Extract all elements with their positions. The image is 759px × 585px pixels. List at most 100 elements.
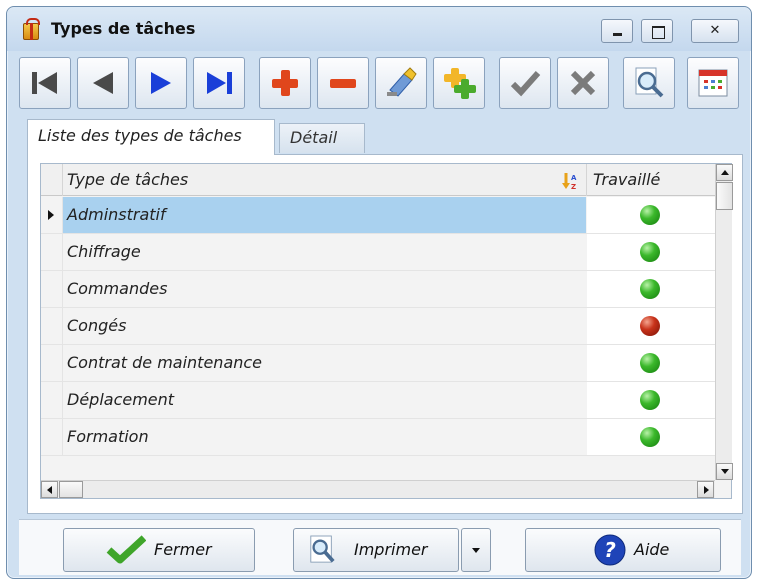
imprimer-label: Imprimer <box>354 540 428 559</box>
fermer-label: Fermer <box>154 540 212 559</box>
vertical-scrollbar[interactable] <box>715 164 733 480</box>
cell-type[interactable]: Chiffrage <box>63 234 586 270</box>
minus-icon <box>330 79 356 88</box>
tab-panel: Type de tâches A Z Travaillé Adminstrati… <box>27 154 743 514</box>
help-icon: ? <box>594 534 626 566</box>
cell-type[interactable]: Commandes <box>63 271 586 307</box>
table-row[interactable]: Congés <box>41 308 715 345</box>
svg-text:Z: Z <box>571 183 576 190</box>
scroll-down-button[interactable] <box>716 463 733 480</box>
status-green-icon <box>640 279 660 299</box>
status-green-icon <box>640 390 660 410</box>
imprimer-dropdown-button[interactable] <box>461 528 491 572</box>
header-indicator <box>41 164 63 196</box>
column-header-travaille[interactable]: Travaillé <box>593 164 660 196</box>
horizontal-scroll-thumb[interactable] <box>59 481 83 498</box>
header-separator <box>586 164 587 196</box>
aide-button[interactable]: ? Aide <box>525 528 721 572</box>
previous-record-icon <box>93 72 113 94</box>
first-record-icon <box>32 72 57 94</box>
last-record-button[interactable] <box>193 57 245 109</box>
table-row[interactable]: Commandes <box>41 271 715 308</box>
row-indicator[interactable] <box>41 271 63 307</box>
grid-rows: Adminstratif Chiffrage Commandes Congés Cont… <box>41 197 715 456</box>
add-button[interactable] <box>259 57 311 109</box>
table-row[interactable]: Déplacement <box>41 382 715 419</box>
row-indicator[interactable] <box>41 308 63 344</box>
scroll-up-button[interactable] <box>716 164 733 181</box>
table-row[interactable]: Chiffrage <box>41 234 715 271</box>
table-row[interactable]: Formation <box>41 419 715 456</box>
close-button[interactable]: ✕ <box>691 19 739 43</box>
close-icon: ✕ <box>709 23 721 38</box>
brush-icon <box>387 67 417 97</box>
last-record-icon <box>207 72 232 94</box>
sort-az-icon[interactable]: A Z <box>562 172 578 190</box>
status-red-icon <box>640 316 660 336</box>
next-record-icon <box>151 72 171 94</box>
aide-label: Aide <box>634 540 670 559</box>
cell-type[interactable]: Adminstratif <box>63 197 586 233</box>
row-indicator[interactable] <box>41 382 63 418</box>
previous-record-button[interactable] <box>77 57 129 109</box>
row-indicator[interactable] <box>41 419 63 455</box>
cell-travaille[interactable] <box>587 345 715 381</box>
row-indicator[interactable] <box>41 345 63 381</box>
calendar-button[interactable] <box>687 57 739 109</box>
window: Types de tâches ✕ Liste des types de tâc… <box>6 6 752 579</box>
cell-travaille[interactable] <box>587 271 715 307</box>
scroll-right-button[interactable] <box>697 481 714 498</box>
duplicate-button[interactable] <box>433 57 485 109</box>
grid-header: Type de tâches A Z Travaillé <box>41 164 715 196</box>
horizontal-scrollbar[interactable] <box>41 480 715 498</box>
minimize-button[interactable] <box>601 19 633 43</box>
cell-travaille[interactable] <box>587 234 715 270</box>
toolbar <box>19 57 739 111</box>
plus-icon <box>272 70 298 96</box>
status-green-icon <box>640 353 660 373</box>
calendar-icon <box>698 69 728 97</box>
tab-detail[interactable]: Détail <box>279 123 365 153</box>
scroll-left-button[interactable] <box>41 481 58 498</box>
gift-box-icon <box>23 18 40 40</box>
vertical-scroll-thumb[interactable] <box>716 182 733 210</box>
title-bar[interactable]: Types de tâches ✕ <box>7 7 751 51</box>
cell-travaille[interactable] <box>587 197 715 233</box>
window-title: Types de tâches <box>51 19 196 38</box>
duplicate-plus-icon <box>444 68 476 99</box>
search-button[interactable] <box>623 57 675 109</box>
cell-travaille[interactable] <box>587 382 715 418</box>
svg-text:?: ? <box>604 538 616 562</box>
current-row-indicator[interactable] <box>41 197 63 233</box>
row-indicator[interactable] <box>41 234 63 270</box>
first-record-button[interactable] <box>19 57 71 109</box>
edit-button[interactable] <box>375 57 427 109</box>
fermer-button[interactable]: Fermer <box>63 528 255 572</box>
maximize-button[interactable] <box>641 19 673 43</box>
cell-type[interactable]: Déplacement <box>63 382 586 418</box>
table-row[interactable]: Contrat de maintenance <box>41 345 715 382</box>
task-types-grid: Type de tâches A Z Travaillé Adminstrati… <box>40 163 733 499</box>
cell-travaille[interactable] <box>587 419 715 455</box>
status-green-icon <box>640 242 660 262</box>
check-icon <box>106 535 146 564</box>
svg-text:A: A <box>571 174 577 182</box>
cross-icon <box>570 70 596 96</box>
cell-type[interactable]: Contrat de maintenance <box>63 345 586 381</box>
imprimer-button[interactable]: Imprimer <box>293 528 459 572</box>
table-row[interactable]: Adminstratif <box>41 197 715 234</box>
check-icon <box>510 70 541 97</box>
button-bar: Fermer Imprimer ? Aide <box>19 519 741 575</box>
cancel-button[interactable] <box>557 57 609 109</box>
column-header-type[interactable]: Type de tâches <box>67 164 188 196</box>
status-green-icon <box>640 427 660 447</box>
tab-liste[interactable]: Liste des types de tâches <box>27 119 275 155</box>
next-record-button[interactable] <box>135 57 187 109</box>
validate-button[interactable] <box>499 57 551 109</box>
cell-type[interactable]: Formation <box>63 419 586 455</box>
cell-type[interactable]: Congés <box>63 308 586 344</box>
status-green-icon <box>640 205 660 225</box>
delete-button[interactable] <box>317 57 369 109</box>
cell-travaille[interactable] <box>587 308 715 344</box>
magnifier-icon <box>635 67 664 98</box>
